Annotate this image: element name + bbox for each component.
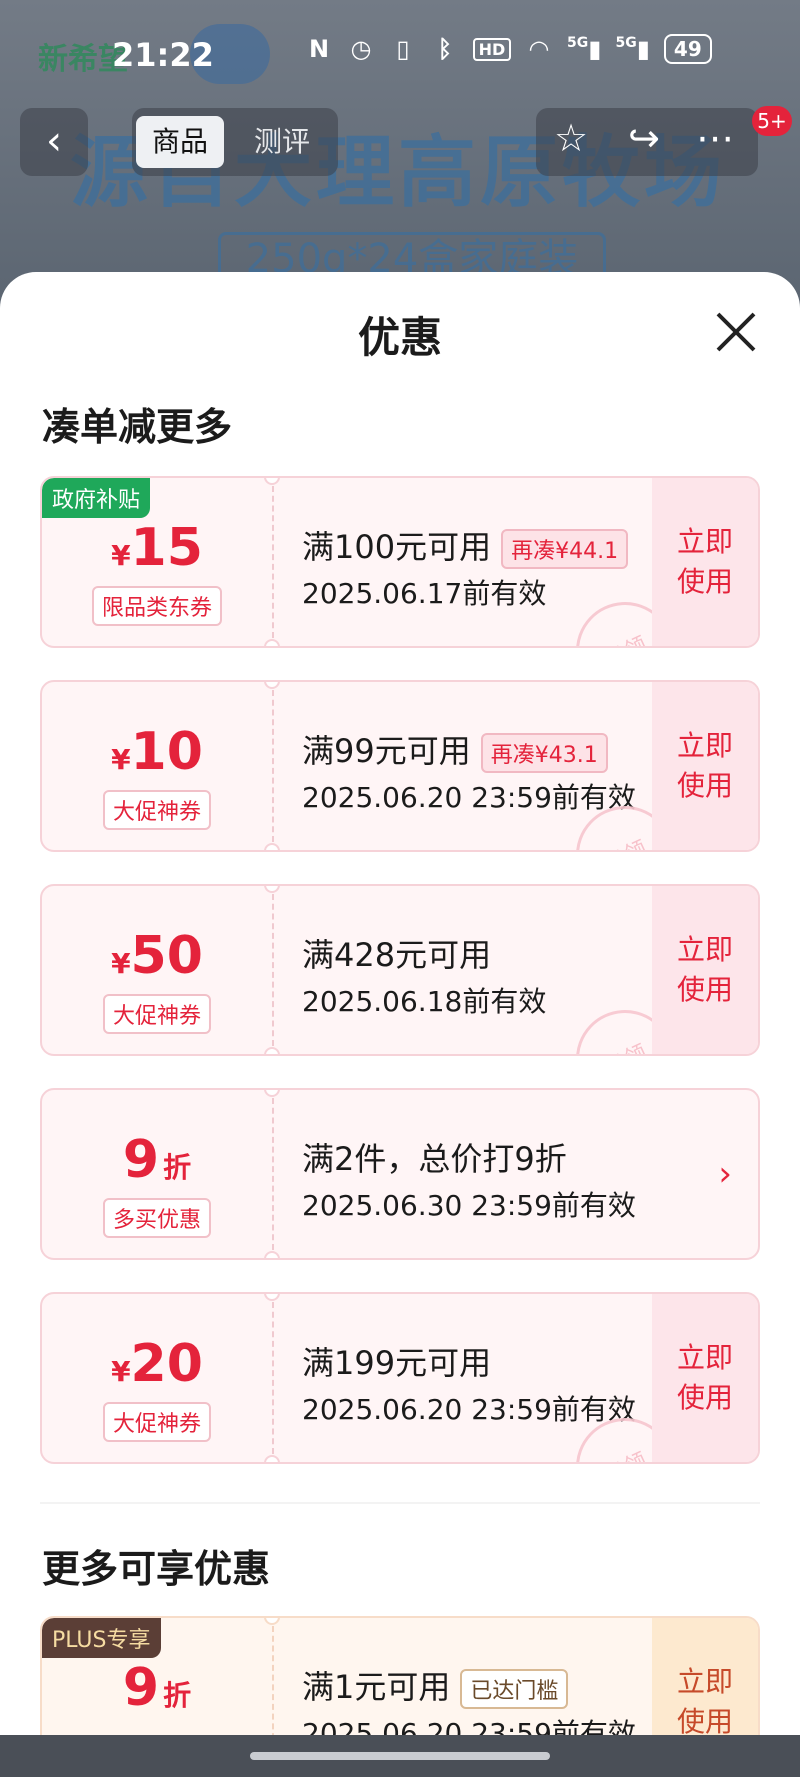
coupon-type-tag: 大促神券	[102, 790, 212, 830]
use-now-button[interactable]: 立即 使用	[652, 478, 758, 646]
status-time: 21:22	[112, 36, 214, 74]
threshold-met-tag: 已达门槛	[460, 1669, 569, 1709]
coupon-condition: 满2件，总价打9折	[302, 1140, 567, 1178]
coupon-type-tag: 大促神券	[102, 1402, 212, 1442]
sheet-title: 优惠	[357, 313, 442, 362]
message-badge: 5+	[752, 106, 792, 136]
top-actions: ☆ ↪ ⋯	[536, 108, 758, 176]
coupon-value-area: ¥50 大促神券	[42, 886, 272, 1054]
coupon-amount: ¥10	[111, 722, 203, 782]
back-button[interactable]: ‹	[20, 108, 88, 176]
coupon-validity: 2025.06.17前有效	[302, 577, 547, 610]
coupon-condition: 满199元可用	[302, 1344, 492, 1382]
vibrate-icon: ▯	[396, 35, 410, 63]
coupon-condition: 满1元可用 已达门槛	[302, 1662, 569, 1709]
coupon-type-tag: 多买优惠	[102, 1198, 212, 1238]
coupon-validity: 2025.06.18前有效	[302, 985, 547, 1018]
add-more-tag: 再凑¥44.1	[501, 529, 629, 569]
nfc-icon: N	[308, 35, 330, 63]
star-icon[interactable]: ☆	[554, 116, 588, 160]
coupon-validity: 2025.06.30 23:59前有效	[302, 1189, 636, 1222]
share-icon[interactable]: ↪	[628, 116, 660, 160]
divider	[40, 1502, 760, 1504]
product-tabs: 商品 测评	[132, 108, 338, 176]
plus-ribbon: PLUS专享	[42, 1618, 161, 1658]
coupon-card: ¥20 大促神券 满199元可用 2025.06.20 23:59前有效 已领 …	[40, 1292, 760, 1464]
section-title-more: 更多可享优惠	[42, 1547, 271, 1591]
signal-5g-icon: 5G▮	[615, 35, 650, 63]
status-bar: 21:22 N ◷ ▯ ᛒ HD ◠ 5G▮ 5G▮ 49	[0, 0, 800, 100]
coupon-amount: 9折	[122, 1658, 192, 1718]
coupon-type-tag: 限品类东券	[91, 586, 223, 626]
tab-review[interactable]: 测评	[238, 116, 326, 168]
gov-subsidy-ribbon: 政府补贴	[42, 478, 151, 518]
section-title-combine: 凑单减更多	[42, 405, 233, 449]
battery-indicator: 49	[663, 34, 712, 64]
coupon-card[interactable]: 9折 多买优惠 满2件，总价打9折 2025.06.30 23:59前有效 ›	[40, 1088, 760, 1260]
coupon-amount: 9折	[122, 1130, 192, 1190]
use-now-button[interactable]: 立即 使用	[652, 1294, 758, 1462]
coupon-condition: 满99元可用 再凑¥43.1	[302, 726, 608, 773]
use-now-button[interactable]: 立即 使用	[652, 682, 758, 850]
chevron-right-icon[interactable]: ›	[718, 1154, 732, 1194]
coupon-value-area: 政府补贴 ¥15 限品类东券	[42, 478, 272, 646]
coupon-value-area: 9折 多买优惠	[42, 1090, 272, 1258]
coupon-card: ¥50 大促神券 满428元可用 2025.06.18前有效 已领 立即使用	[40, 884, 760, 1056]
chevron-left-icon: ‹	[46, 118, 62, 164]
coupon-condition: 满100元可用 再凑¥44.1	[302, 522, 629, 569]
coupon-sheet: 优惠 凑单减更多 政府补贴 ¥15 限品类东券 满100元可用 再凑¥44.1 2…	[0, 272, 800, 1777]
hd-icon: HD	[473, 37, 511, 61]
wifi-icon: ◠	[529, 35, 549, 63]
close-icon[interactable]	[714, 310, 758, 354]
coupon-amount: ¥15	[111, 518, 203, 578]
alarm-icon: ◷	[350, 35, 372, 63]
coupon-amount: ¥20	[111, 1334, 203, 1394]
coupon-type-tag: 大促神券	[102, 994, 212, 1034]
add-more-tag: 再凑¥43.1	[480, 733, 608, 773]
status-icons: N ◷ ▯ ᛒ HD ◠ 5G▮ 5G▮ 49	[305, 34, 712, 64]
coupon-value-area: ¥10 大促神券	[42, 682, 272, 850]
coupon-condition: 满428元可用	[302, 936, 492, 974]
coupon-value-area: ¥20 大促神券	[42, 1294, 272, 1462]
coupon-card: 政府补贴 ¥15 限品类东券 满100元可用 再凑¥44.1 2025.06.17…	[40, 476, 760, 648]
coupon-validity: 2025.06.20 23:59前有效	[302, 1393, 636, 1426]
tab-product[interactable]: 商品	[136, 116, 225, 168]
signal-5g-icon: 5G▮	[567, 35, 602, 63]
more-icon[interactable]: ⋯	[696, 116, 734, 160]
home-indicator[interactable]	[250, 1752, 550, 1760]
bluetooth-icon: ᛒ	[437, 35, 453, 63]
coupon-validity: 2025.06.20 23:59前有效	[302, 781, 636, 814]
coupon-card: ¥10 大促神券 满99元可用 再凑¥43.1 2025.06.20 23:59前…	[40, 680, 760, 852]
coupon-amount: ¥50	[111, 926, 203, 986]
use-now-button[interactable]: 立即 使用	[652, 886, 758, 1054]
